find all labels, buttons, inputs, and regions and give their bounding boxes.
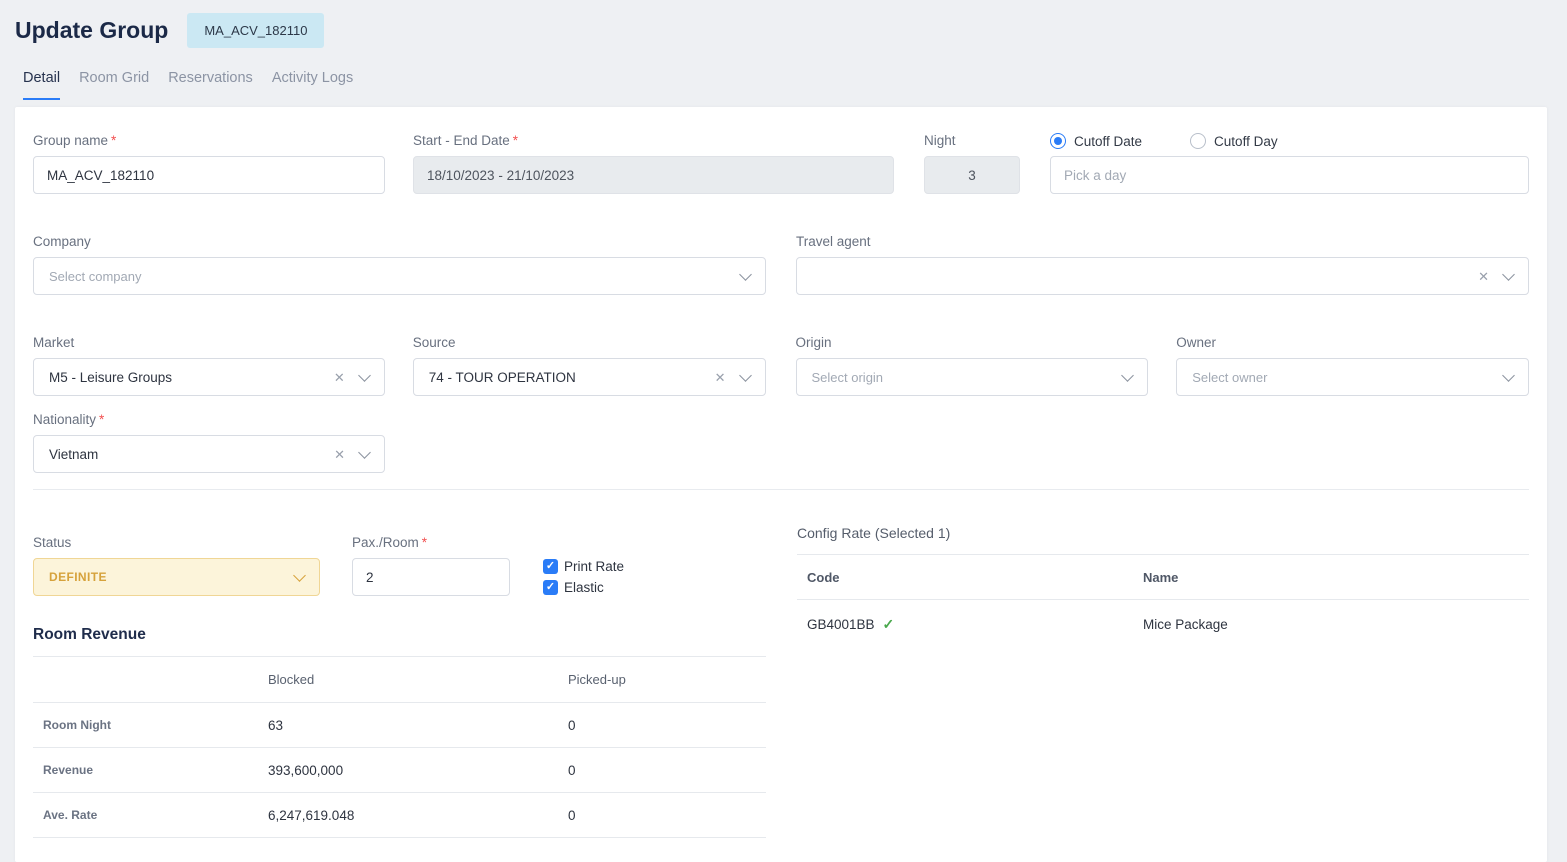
print-rate-label: Print Rate	[564, 559, 624, 574]
checkbox-checked-icon: ✓	[543, 580, 558, 595]
travel-agent-select[interactable]: ✕	[796, 257, 1529, 295]
origin-select[interactable]: Select origin	[796, 358, 1149, 396]
source-select-value: 74 - TOUR OPERATION	[429, 370, 715, 385]
clear-icon[interactable]: ✕	[1478, 270, 1489, 283]
room-revenue-table: Blocked Picked-up Room Night 63 0 Revenu…	[33, 656, 766, 838]
night-label: Night	[924, 133, 1020, 149]
group-code-badge: MA_ACV_182110	[187, 13, 324, 48]
cutoff-date-radio[interactable]: Cutoff Date	[1050, 133, 1142, 149]
room-revenue-header-row: Blocked Picked-up	[33, 657, 766, 703]
chevron-down-icon	[1502, 268, 1515, 281]
status-select[interactable]: DEFINITE	[33, 558, 320, 596]
required-mark: *	[111, 133, 116, 148]
clear-icon[interactable]: ✕	[334, 371, 345, 384]
config-rate-header-row: Code Name	[797, 555, 1529, 600]
section-divider	[33, 489, 1529, 490]
company-select-value: Select company	[49, 269, 741, 284]
status-label: Status	[33, 535, 320, 551]
tab-detail[interactable]: Detail	[23, 70, 60, 100]
detail-form-card: Group name* Start - End Date* Night Cuto…	[15, 107, 1547, 862]
col-picked-up: Picked-up	[568, 672, 766, 687]
print-rate-checkbox[interactable]: ✓ Print Rate	[543, 559, 624, 574]
check-icon: ✓	[883, 616, 895, 632]
tab-room-grid[interactable]: Room Grid	[79, 70, 149, 100]
company-select[interactable]: Select company	[33, 257, 766, 295]
cutoff-day-picker[interactable]	[1050, 156, 1529, 194]
nationality-select[interactable]: Vietnam ✕	[33, 435, 385, 473]
pax-room-input[interactable]	[352, 558, 510, 596]
required-mark: *	[422, 535, 427, 550]
chevron-down-icon	[358, 446, 371, 459]
cutoff-day-label: Cutoff Day	[1214, 134, 1278, 149]
page-title: Update Group	[15, 17, 168, 44]
config-rate-name-cell: Mice Package	[1143, 617, 1529, 632]
nationality-select-value: Vietnam	[49, 447, 334, 462]
chevron-down-icon	[739, 369, 752, 382]
radio-selected-icon	[1050, 133, 1066, 149]
travel-agent-label: Travel agent	[796, 234, 1529, 250]
cutoff-day-radio[interactable]: Cutoff Day	[1190, 133, 1278, 149]
owner-select[interactable]: Select owner	[1176, 358, 1529, 396]
chevron-down-icon	[358, 369, 371, 382]
tab-reservations[interactable]: Reservations	[168, 70, 253, 100]
date-range-input	[413, 156, 894, 194]
market-label: Market	[33, 335, 385, 351]
origin-label: Origin	[796, 335, 1149, 351]
required-mark: *	[513, 133, 518, 148]
tab-activity-logs[interactable]: Activity Logs	[272, 70, 353, 100]
group-name-label: Group name*	[33, 133, 385, 149]
tab-bar: Detail Room Grid Reservations Activity L…	[0, 70, 1567, 100]
night-input	[924, 156, 1020, 194]
source-select[interactable]: 74 - TOUR OPERATION ✕	[413, 358, 766, 396]
radio-unselected-icon	[1190, 133, 1206, 149]
rate-options: ✓ Print Rate ✓ Elastic	[543, 535, 624, 596]
left-column: Status DEFINITE Pax./Room* ✓ Print	[33, 525, 766, 838]
clear-icon[interactable]: ✕	[715, 371, 726, 384]
config-rate-title: Config Rate (Selected 1)	[797, 525, 1529, 555]
owner-select-value: Select owner	[1192, 370, 1504, 385]
room-revenue-title: Room Revenue	[33, 626, 766, 644]
company-label: Company	[33, 234, 766, 250]
table-row-room-night: Room Night 63 0	[33, 703, 766, 748]
col-name: Name	[1143, 570, 1529, 585]
pax-room-label: Pax./Room*	[352, 535, 510, 551]
config-rate-row[interactable]: GB4001BB✓ Mice Package	[797, 600, 1529, 648]
chevron-down-icon	[1121, 369, 1134, 382]
checkbox-checked-icon: ✓	[543, 559, 558, 574]
config-rate-section: Config Rate (Selected 1) Code Name GB400…	[797, 525, 1529, 838]
nationality-label: Nationality*	[33, 412, 385, 428]
status-select-value: DEFINITE	[49, 570, 295, 584]
col-code: Code	[797, 570, 1143, 585]
config-rate-code-cell: GB4001BB✓	[797, 616, 1143, 633]
date-range-label: Start - End Date*	[413, 133, 894, 149]
chevron-down-icon	[1502, 369, 1515, 382]
group-name-input[interactable]	[33, 156, 385, 194]
col-blocked: Blocked	[268, 672, 568, 687]
owner-label: Owner	[1176, 335, 1529, 351]
market-select[interactable]: M5 - Leisure Groups ✕	[33, 358, 385, 396]
chevron-down-icon	[293, 569, 306, 582]
source-label: Source	[413, 335, 766, 351]
required-mark: *	[99, 412, 104, 427]
elastic-label: Elastic	[564, 580, 604, 595]
cutoff-date-label: Cutoff Date	[1074, 134, 1142, 149]
page-header: Update Group MA_ACV_182110	[0, 0, 1567, 48]
origin-select-value: Select origin	[812, 370, 1124, 385]
cutoff-radio-group: Cutoff Date Cutoff Day	[1050, 133, 1529, 149]
table-row-revenue: Revenue 393,600,000 0	[33, 748, 766, 793]
elastic-checkbox[interactable]: ✓ Elastic	[543, 580, 624, 595]
clear-icon[interactable]: ✕	[334, 448, 345, 461]
chevron-down-icon	[739, 268, 752, 281]
table-row-ave-rate: Ave. Rate 6,247,619.048 0	[33, 793, 766, 838]
market-select-value: M5 - Leisure Groups	[49, 370, 334, 385]
